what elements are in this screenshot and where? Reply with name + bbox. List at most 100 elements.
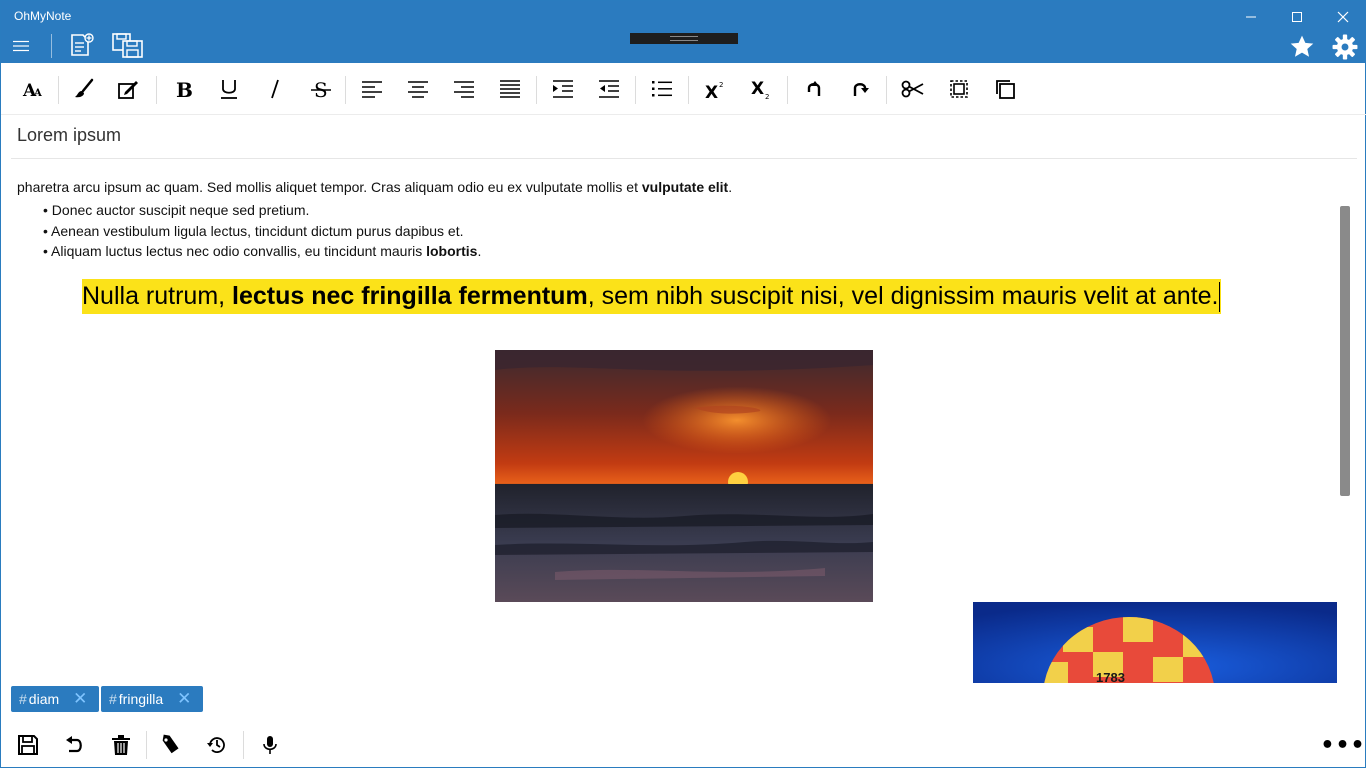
microphone-icon xyxy=(263,736,277,754)
more-options-button[interactable]: ••• xyxy=(1320,731,1364,759)
hot-air-balloon-image: 1783 xyxy=(973,602,1337,683)
svg-text:2: 2 xyxy=(765,93,769,101)
strikethrough-button[interactable]: S xyxy=(304,73,338,105)
strikethrough-icon: S xyxy=(311,78,331,101)
subscript-button[interactable]: X2 xyxy=(744,73,778,105)
cut-icon xyxy=(901,80,924,98)
drag-handle[interactable] xyxy=(630,33,738,44)
highlight-text-before: Nulla rutrum, xyxy=(82,282,233,310)
select-all-icon xyxy=(950,80,968,98)
edit-box-button[interactable] xyxy=(111,73,145,105)
title-bar: OhMyNote xyxy=(1,1,1366,63)
undo-icon xyxy=(66,736,82,753)
cut-button[interactable] xyxy=(896,73,930,105)
save-all-button[interactable] xyxy=(109,31,145,59)
toolbar-divider xyxy=(787,76,788,104)
save-button[interactable] xyxy=(12,729,44,761)
vertical-scrollbar[interactable] xyxy=(1340,206,1350,496)
justify-button[interactable] xyxy=(493,73,527,105)
bullet-list-button[interactable] xyxy=(645,73,679,105)
toolbar-divider xyxy=(536,76,537,104)
italic-button[interactable] xyxy=(258,73,292,105)
align-left-icon xyxy=(362,81,382,98)
underline-button[interactable] xyxy=(212,73,246,105)
hamburger-menu-button[interactable] xyxy=(9,35,33,57)
menu-icon xyxy=(13,40,29,52)
highlight-brush-button[interactable] xyxy=(67,73,101,105)
tag-chip-diam[interactable]: # diam ✕ xyxy=(11,686,99,712)
add-tag-button[interactable] xyxy=(155,729,187,761)
tag-hash: # xyxy=(109,691,117,707)
tag-hash: # xyxy=(19,691,27,707)
superscript-button[interactable]: X2 xyxy=(698,73,732,105)
list-item-text: Aenean vestibulum ligula lectus, tincidu… xyxy=(51,222,464,239)
remove-tag-icon[interactable]: ✕ xyxy=(177,689,191,709)
toolbar-divider xyxy=(886,76,887,104)
font-size-button[interactable]: AA xyxy=(16,73,50,105)
history-icon xyxy=(207,737,225,753)
note-editor[interactable]: pharetra arcu ipsum ac quam. Sed mollis … xyxy=(1,161,1337,683)
redo-format-button[interactable] xyxy=(843,73,877,105)
highlighted-text: Nulla rutrum, lectus nec fringilla ferme… xyxy=(82,279,1221,314)
dictation-button[interactable] xyxy=(254,729,286,761)
format-toolbar: AA B S X 2 X 2 xyxy=(1,63,1366,115)
list-item-tail: . xyxy=(477,243,482,259)
minimize-button[interactable] xyxy=(1228,1,1274,33)
title-divider xyxy=(11,158,1357,159)
tag-label: diam xyxy=(28,691,60,707)
settings-icon xyxy=(1332,34,1358,60)
list-item-bold: lobortis xyxy=(426,243,478,259)
tag-label: fringilla xyxy=(118,691,164,707)
undo-button[interactable] xyxy=(58,729,90,761)
copy-button[interactable] xyxy=(988,73,1022,105)
subscript-icon: X2 xyxy=(751,79,769,101)
list-item-text: Donec auctor suscipit neque sed pretium. xyxy=(51,202,310,218)
underline-icon xyxy=(221,80,237,99)
toolbar-divider xyxy=(688,76,689,104)
copy-icon xyxy=(996,80,1015,99)
edit-box-icon xyxy=(118,81,138,99)
highlight-text-bold: lectus nec fringilla fermentum xyxy=(232,282,588,310)
bullet-list: • Donec auctor suscipit neque sed pretiu… xyxy=(43,200,481,262)
new-note-icon xyxy=(71,33,94,56)
favorite-button[interactable] xyxy=(1288,33,1316,61)
svg-text:B: B xyxy=(176,78,193,101)
align-center-button[interactable] xyxy=(401,73,435,105)
indent-decrease-button[interactable] xyxy=(592,73,626,105)
new-note-button[interactable] xyxy=(67,31,95,59)
paragraph-bold: vulputate elit xyxy=(641,179,729,195)
align-right-button[interactable] xyxy=(447,73,481,105)
indent-decrease-icon xyxy=(599,80,619,98)
remove-tag-icon[interactable]: ✕ xyxy=(73,689,87,709)
maximize-button[interactable] xyxy=(1274,1,1320,33)
app-title: OhMyNote xyxy=(14,9,72,23)
svg-text:2: 2 xyxy=(719,81,723,89)
svg-text:X: X xyxy=(705,83,718,101)
select-all-button[interactable] xyxy=(942,73,976,105)
balloon-number: 1783 xyxy=(1096,670,1125,683)
bottombar-divider xyxy=(146,731,147,759)
undo-icon xyxy=(807,81,821,96)
bold-button[interactable]: B xyxy=(166,73,200,105)
history-button[interactable] xyxy=(201,729,233,761)
save-all-icon xyxy=(112,33,143,58)
undo-format-button[interactable] xyxy=(797,73,831,105)
align-left-button[interactable] xyxy=(355,73,389,105)
list-item: • Donec auctor suscipit neque sed pretiu… xyxy=(43,202,310,218)
sunset-image xyxy=(495,350,873,602)
delete-icon xyxy=(112,735,130,755)
indent-increase-button[interactable] xyxy=(546,73,580,105)
maximize-icon xyxy=(1292,12,1302,22)
justify-icon xyxy=(500,80,520,98)
font-size-icon: AA xyxy=(22,81,42,101)
redo-icon xyxy=(853,83,869,96)
delete-button[interactable] xyxy=(105,729,137,761)
close-button[interactable] xyxy=(1320,1,1366,33)
bold-icon: B xyxy=(176,78,193,101)
note-title[interactable]: Lorem ipsum xyxy=(17,125,121,146)
tag-chip-fringilla[interactable]: # fringilla ✕ xyxy=(101,686,203,712)
bottombar-divider xyxy=(243,731,244,759)
minimize-icon xyxy=(1246,16,1256,18)
settings-button[interactable] xyxy=(1331,33,1359,61)
save-icon xyxy=(18,735,38,755)
